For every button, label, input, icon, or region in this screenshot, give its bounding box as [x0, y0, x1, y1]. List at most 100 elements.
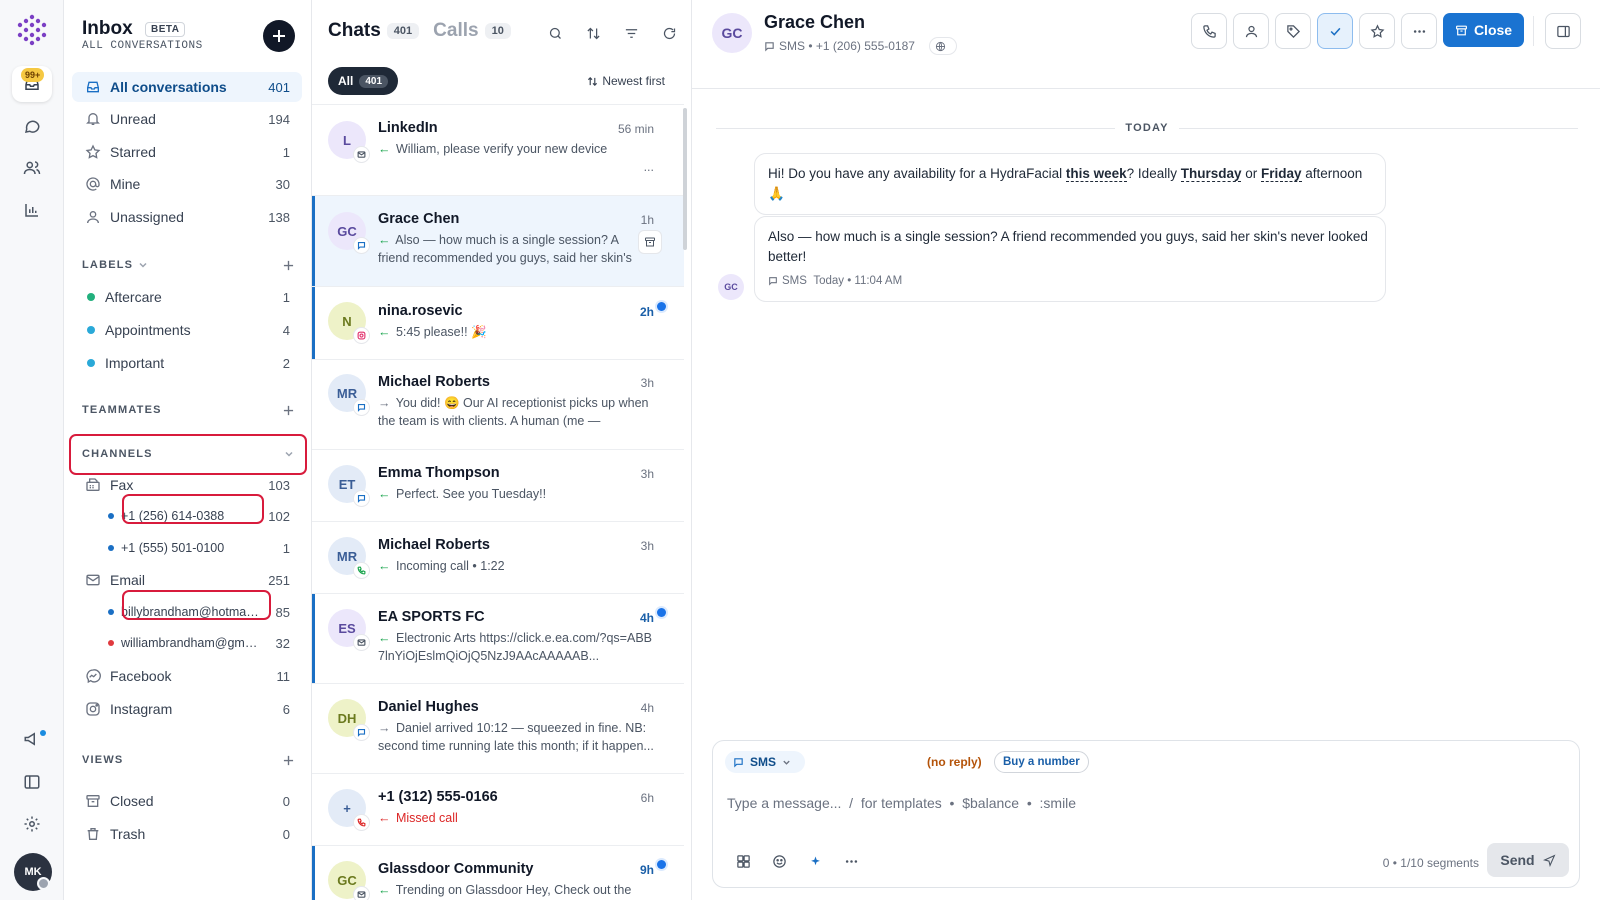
sidebar-item-count: 6: [282, 701, 290, 717]
add-teammate-icon[interactable]: [283, 405, 294, 416]
more-icon[interactable]: [833, 849, 869, 873]
sidebar-item-count: 1: [282, 289, 290, 305]
channel-color-dot: [108, 640, 114, 646]
labels-section-header[interactable]: LABELS: [82, 255, 294, 275]
at-icon: [84, 175, 102, 193]
contact-avatar[interactable]: GC: [712, 13, 752, 53]
sidebar-label-aftercare[interactable]: Aftercare 1: [72, 282, 302, 312]
list-item[interactable]: DH Daniel Hughes 4h → Daniel arrived 10:…: [312, 684, 684, 774]
conversation-name: Michael Roberts: [378, 537, 490, 553]
sidebar-item-count: 1: [282, 144, 290, 160]
sidebar-item-starred[interactable]: Starred 1: [72, 137, 302, 167]
date-entity-link[interactable]: Friday: [1261, 166, 1302, 182]
rail-reports-button[interactable]: [12, 192, 52, 228]
message-text: ? Ideally: [1126, 166, 1181, 181]
list-item[interactable]: + +1 (312) 555-0166 6h ← Missed call: [312, 774, 684, 846]
send-icon: [1542, 854, 1556, 867]
app-logo-icon[interactable]: [15, 13, 49, 47]
sidebar-item-mine[interactable]: Mine 30: [72, 169, 302, 199]
sidebar-item-unread[interactable]: Unread 194: [72, 104, 302, 134]
rail-announcements-button[interactable]: [12, 721, 52, 757]
unread-dot: [657, 608, 666, 617]
sidebar-view-trash[interactable]: Trash 0: [72, 819, 302, 849]
sidebar-item-unassigned[interactable]: Unassigned 138: [72, 202, 302, 232]
conversation-name: +1 (312) 555-0166: [378, 789, 498, 805]
message-text: or: [1241, 166, 1261, 181]
sort-dropdown[interactable]: Newest first: [587, 74, 665, 88]
add-view-icon[interactable]: [283, 755, 294, 766]
tab-label: Chats: [328, 20, 381, 41]
sms-icon: [765, 41, 774, 52]
list-item[interactable]: MR Michael Roberts 3h → You did! 😄 Our A…: [312, 360, 684, 450]
sidebar-fax-number-2[interactable]: +1 (555) 501-0100 1: [72, 534, 302, 562]
sidebar-email-account-2[interactable]: williambrandham@gma... 32: [72, 629, 302, 657]
sidebar-item-count: 103: [268, 477, 290, 493]
list-item[interactable]: ET Emma Thompson 3h ← Perfect. See you T…: [312, 450, 684, 522]
contact-name[interactable]: Grace Chen: [764, 12, 865, 33]
fax-icon: [84, 476, 102, 494]
buy-number-button[interactable]: Buy a number: [994, 751, 1089, 773]
message-input[interactable]: [727, 791, 1327, 815]
sidebar-item-label: Closed: [110, 793, 154, 809]
conversation-time: 2h: [639, 305, 654, 319]
refresh-icon[interactable]: [650, 22, 688, 44]
list-item[interactable]: ES EA SPORTS FC 4h ← Electronic Arts htt…: [312, 594, 684, 684]
message-time: Today • 11:04 AM: [813, 275, 903, 287]
conversation-list-scrollbar[interactable]: [683, 108, 687, 250]
label-button[interactable]: [1275, 13, 1311, 49]
sidebar-label-appointments[interactable]: Appointments 4: [72, 315, 302, 345]
add-label-icon[interactable]: [283, 260, 294, 271]
globe-icon[interactable]: [928, 37, 957, 55]
more-options-button[interactable]: [1401, 13, 1437, 49]
archive-conversation-button[interactable]: [638, 230, 662, 254]
no-reply-label: (no reply): [927, 755, 982, 769]
date-entity-link[interactable]: this week: [1065, 166, 1127, 182]
list-item[interactable]: MR Michael Roberts 3h ← Incoming call • …: [312, 522, 684, 594]
new-conversation-button[interactable]: [263, 20, 295, 52]
sidebar-label-important[interactable]: Important 2: [72, 348, 302, 378]
rail-contacts-button[interactable]: [12, 150, 52, 186]
sidebar-view-closed[interactable]: Closed 0: [72, 786, 302, 816]
sort-icon[interactable]: [574, 22, 612, 44]
mark-done-button[interactable]: [1317, 13, 1353, 49]
channel-color-dot: [108, 609, 114, 615]
conversation-name: Glassdoor Community: [378, 861, 534, 877]
templates-icon[interactable]: [725, 849, 761, 873]
sidebar-channel-facebook[interactable]: Facebook 11: [72, 661, 302, 691]
teammates-section-header[interactable]: TEAMMATES: [82, 400, 294, 420]
list-item[interactable]: GC Grace Chen 1h ← Also — how much is a …: [312, 196, 684, 287]
call-button[interactable]: [1191, 13, 1227, 49]
filter-icon[interactable]: [612, 22, 650, 44]
conversation-name: Michael Roberts: [378, 374, 490, 390]
rail-layout-button[interactable]: [12, 764, 52, 800]
conversation-time: 1h: [640, 213, 654, 227]
toggle-details-panel-button[interactable]: [1545, 13, 1581, 49]
rail-settings-button[interactable]: [12, 806, 52, 842]
sidebar-item-count: 102: [268, 508, 290, 524]
send-button[interactable]: Send: [1487, 843, 1569, 877]
emoji-icon[interactable]: [761, 849, 797, 873]
list-item[interactable]: N nina.rosevic 2h ← 5:45 please!! 🎉: [312, 287, 684, 360]
tab-chats[interactable]: Chats 401: [328, 20, 420, 42]
sidebar-item-label: Email: [110, 572, 146, 588]
tab-calls[interactable]: Calls 10: [433, 20, 511, 42]
list-item[interactable]: GC Glassdoor Community 9h ← Trending on …: [312, 846, 684, 900]
conversation-panel: GC Grace Chen SMS • +1 (206) 555-0187 Cl…: [692, 0, 1600, 900]
date-entity-link[interactable]: Thursday: [1180, 166, 1242, 182]
views-section-header[interactable]: VIEWS: [82, 750, 294, 770]
ai-sparkle-icon[interactable]: [797, 849, 833, 873]
close-conversation-button[interactable]: Close: [1443, 13, 1524, 47]
outgoing-arrow-icon: →: [378, 396, 391, 410]
sidebar-channel-instagram[interactable]: Instagram 6: [72, 694, 302, 724]
star-button[interactable]: [1359, 13, 1395, 49]
missed-arrow-icon: ←: [378, 811, 391, 825]
archive-icon: [84, 792, 102, 810]
list-item[interactable]: L LinkedIn 56 min ← William, please veri…: [312, 105, 684, 196]
search-icon[interactable]: [536, 22, 574, 44]
channel-selector[interactable]: SMS: [725, 751, 806, 773]
rail-chat-button[interactable]: [12, 108, 52, 144]
filter-all-chip[interactable]: All 401: [328, 67, 399, 95]
assign-button[interactable]: [1233, 13, 1269, 49]
sidebar-item-count: 32: [275, 635, 290, 651]
sidebar-item-all-conversations[interactable]: All conversations 401: [72, 72, 302, 102]
